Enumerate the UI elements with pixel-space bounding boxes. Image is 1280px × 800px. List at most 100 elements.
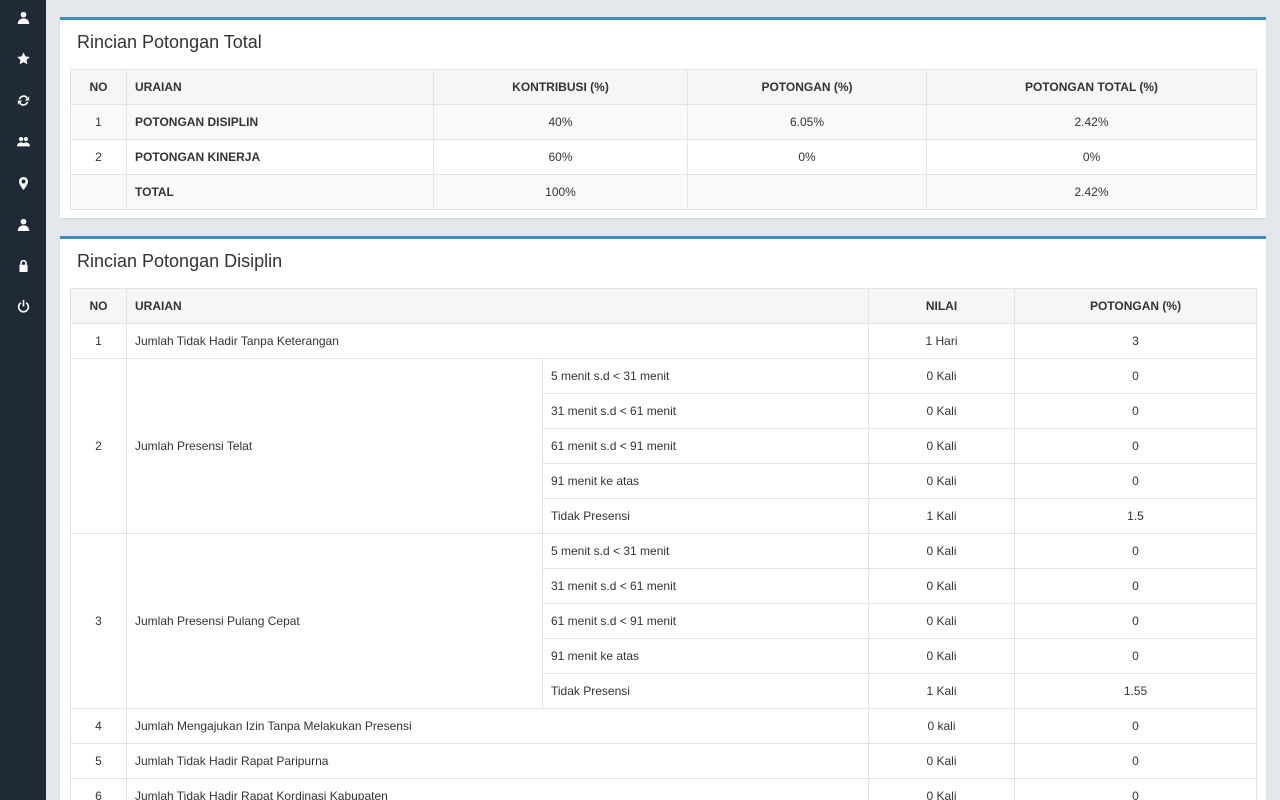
cell-uraian: Jumlah Presensi Pulang Cepat: [126, 533, 543, 709]
cell-sub-uraian: 61 menit s.d < 91 menit: [541, 428, 870, 464]
cell-uraian: POTONGAN KINERJA: [126, 139, 434, 175]
cell-no: 3: [70, 533, 127, 709]
cell-sub-uraian: 91 menit ke atas: [541, 463, 870, 499]
cell-uraian: TOTAL: [126, 174, 434, 210]
users-icon: [16, 136, 30, 146]
cell-potongan: 3: [1014, 323, 1258, 359]
table-row: 2 Jumlah Presensi Telat 5 menit s.d < 31…: [70, 358, 1258, 534]
column-header: URAIAN: [126, 69, 434, 105]
cell-sub-uraian: Tidak Presensi: [541, 673, 870, 709]
table-row: 2 POTONGAN KINERJA 60% 0% 0%: [70, 139, 1257, 175]
cell-nilai: 0 kali: [868, 708, 1016, 744]
sidebar-item-refresh[interactable]: [0, 89, 46, 111]
cell-potongan: 0: [1014, 428, 1258, 464]
sidebar-item-location[interactable]: [0, 172, 46, 194]
main-content: Rincian Potongan Total NO URAIAN KONTRIB…: [46, 0, 1280, 800]
map-marker-icon: [18, 176, 28, 190]
cell-potongan-total: 2.42%: [926, 174, 1257, 210]
cell-no: 5: [70, 743, 127, 779]
cell-nilai: 0 Kali: [868, 463, 1016, 499]
cell-potongan: 1.55: [1014, 673, 1258, 709]
lock-icon: [18, 259, 28, 272]
cell-sub-uraian: 31 menit s.d < 61 menit: [541, 568, 870, 604]
total-panel: Rincian Potongan Total NO URAIAN KONTRIB…: [60, 17, 1266, 218]
cell-potongan: 0: [1014, 603, 1258, 639]
cell-nilai: 0 Kali: [868, 603, 1016, 639]
sidebar-item-password[interactable]: [0, 254, 46, 276]
cell-no: 2: [70, 139, 127, 175]
cell-uraian: Jumlah Tidak Hadir Tanpa Keterangan: [125, 323, 870, 359]
table-row: 1 Jumlah Tidak Hadir Tanpa Keterangan 1 …: [70, 323, 1258, 359]
cell-potongan-total: 2.42%: [926, 104, 1257, 140]
cell-potongan: 0: [1014, 778, 1258, 800]
cell-no: [70, 174, 127, 210]
cell-uraian: Jumlah Mengajukan Izin Tanpa Melakukan P…: [125, 708, 870, 744]
cell-no: 6: [70, 778, 127, 800]
cell-uraian: POTONGAN DISIPLIN: [126, 104, 434, 140]
cell-potongan: 6.05%: [687, 104, 927, 140]
sidebar-item-favorite[interactable]: [0, 47, 46, 69]
cell-nilai: 0 Kali: [868, 393, 1016, 429]
cell-potongan: 0: [1014, 638, 1258, 674]
cell-nilai: 0 Kali: [868, 638, 1016, 674]
panel-title: Rincian Potongan Total: [77, 32, 262, 52]
sidebar-item-logout[interactable]: [0, 295, 46, 317]
refresh-icon: [17, 94, 29, 106]
cell-no: 1: [70, 104, 127, 140]
table-row: 5 Jumlah Tidak Hadir Rapat Paripurna 0 K…: [70, 743, 1258, 779]
cell-potongan: 0: [1014, 568, 1258, 604]
cell-kontribusi: 40%: [433, 104, 688, 140]
cell-uraian: Jumlah Presensi Telat: [126, 358, 543, 534]
power-icon: [17, 299, 29, 313]
cell-uraian: Jumlah Tidak Hadir Rapat Paripurna: [125, 743, 870, 779]
disiplin-panel: Rincian Potongan Disiplin NO URAIAN NILA…: [60, 236, 1266, 800]
cell-potongan: 0%: [687, 139, 927, 175]
cell-sub-uraian: 5 menit s.d < 31 menit: [541, 358, 870, 394]
table-row-total: TOTAL 100% 2.42%: [70, 174, 1257, 210]
column-header: POTONGAN (%): [1014, 288, 1258, 324]
panel-title: Rincian Potongan Disiplin: [77, 251, 283, 271]
column-header: KONTRIBUSI (%): [433, 69, 688, 105]
cell-no: 2: [70, 358, 127, 534]
cell-nilai: 0 Kali: [868, 778, 1016, 800]
cell-sub-uraian: Tidak Presensi: [541, 498, 870, 534]
table-row: 6 Jumlah Tidak Hadir Rapat Kordinasi Kab…: [70, 778, 1258, 800]
cell-potongan-total: 0%: [926, 139, 1257, 175]
disiplin-table: NO URAIAN NILAI POTONGAN (%) 1 Jumlah Ti…: [70, 288, 1258, 800]
cell-nilai: 1 Kali: [868, 673, 1016, 709]
sidebar-item-users[interactable]: [0, 130, 46, 152]
cell-potongan: 0: [1014, 463, 1258, 499]
cell-potongan: 0: [1014, 708, 1258, 744]
cell-potongan: [687, 174, 927, 210]
table-row: 4 Jumlah Mengajukan Izin Tanpa Melakukan…: [70, 708, 1258, 744]
cell-potongan: 1.5: [1014, 498, 1258, 534]
table-header-row: NO URAIAN KONTRIBUSI (%) POTONGAN (%) PO…: [70, 69, 1257, 105]
table-row: 1 POTONGAN DISIPLIN 40% 6.05% 2.42%: [70, 104, 1257, 140]
column-header: URAIAN: [125, 288, 870, 324]
cell-sub-uraian: 31 menit s.d < 61 menit: [541, 393, 870, 429]
cell-sub-uraian: 91 menit ke atas: [541, 638, 870, 674]
cell-nilai: 1 Kali: [868, 498, 1016, 534]
cell-potongan: 0: [1014, 358, 1258, 394]
column-header: NO: [70, 288, 127, 324]
cell-sub-uraian: 5 menit s.d < 31 menit: [541, 533, 870, 569]
column-header: POTONGAN (%): [687, 69, 927, 105]
cell-sub-uraian: 61 menit s.d < 91 menit: [541, 603, 870, 639]
sidebar-item-account[interactable]: [0, 213, 46, 235]
sidebar-item-profile[interactable]: [0, 6, 46, 28]
table-row: 3 Jumlah Presensi Pulang Cepat 5 menit s…: [70, 533, 1258, 709]
cell-kontribusi: 60%: [433, 139, 688, 175]
cell-no: 1: [70, 323, 127, 359]
cell-nilai: 0 Kali: [868, 358, 1016, 394]
star-icon: [16, 51, 30, 64]
cell-nilai: 1 Hari: [868, 323, 1016, 359]
sidebar: [0, 0, 46, 800]
column-header: NILAI: [868, 288, 1016, 324]
total-table: NO URAIAN KONTRIBUSI (%) POTONGAN (%) PO…: [70, 69, 1257, 210]
column-header: NO: [70, 69, 127, 105]
table-header-row: NO URAIAN NILAI POTONGAN (%): [70, 288, 1258, 324]
user-icon: [17, 11, 29, 24]
cell-no: 4: [70, 708, 127, 744]
cell-kontribusi: 100%: [433, 174, 688, 210]
cell-potongan: 0: [1014, 743, 1258, 779]
